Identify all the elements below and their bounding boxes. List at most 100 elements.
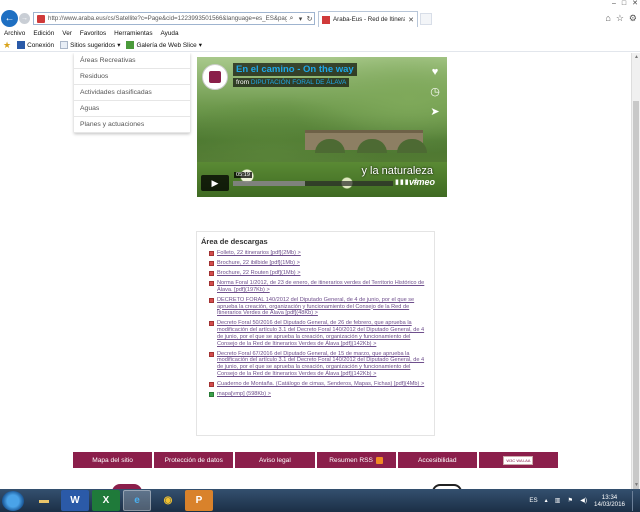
favorite-sitios-sugeridos[interactable]: Sitios sugeridos ▾ [60, 41, 120, 49]
download-link-text: mapa[vmp] (598Kb) > [217, 391, 271, 398]
tab-label: Araba-Eus - Red de Itinerari... [333, 16, 405, 23]
minimize-icon[interactable]: – [612, 0, 616, 8]
footer-link-mapa-sitio[interactable]: Mapa del sitio [73, 452, 153, 468]
chevron-down-icon: ▾ [198, 42, 202, 49]
close-window-icon[interactable]: ✕ [632, 0, 638, 8]
volume-icon[interactable]: ◀) [580, 497, 587, 504]
address-bar[interactable]: http://www.araba.eus/cs/Satellite?c=Page… [33, 12, 315, 25]
footer-link-label: Accesibilidad [418, 456, 457, 464]
menu-herramientas[interactable]: Herramientas [114, 30, 152, 37]
footer-link-label: Protección de datos [164, 456, 223, 464]
internet-explorer-icon[interactable]: e [123, 490, 151, 511]
tray-arrow-icon[interactable]: ▴ [545, 497, 548, 504]
channel-avatar[interactable] [202, 64, 228, 90]
settings-gear-icon[interactable]: ⚙ [629, 13, 637, 23]
vimeo-video-player[interactable]: En el camino - On the way from DIPUTACIÓ… [197, 57, 447, 197]
forward-button[interactable]: → [19, 13, 30, 24]
maximize-icon[interactable]: □ [622, 0, 626, 8]
download-link[interactable]: Cuaderno de Montaña. (Catálogo de cimas,… [209, 381, 428, 388]
window-controls: – □ ✕ [612, 0, 638, 8]
favorites-star-icon[interactable]: ★ [3, 40, 11, 51]
download-link[interactable]: Brochure, 22 ibilbide [pdf](1Mb) > [209, 260, 428, 267]
menu-ayuda[interactable]: Ayuda [161, 30, 179, 37]
home-icon[interactable]: ⌂ [605, 13, 610, 23]
clock-time: 13:34 [601, 493, 618, 501]
pdf-file-icon [209, 260, 214, 266]
download-link-text: Cuaderno de Montaña. (Catálogo de cimas,… [217, 381, 425, 388]
share-icon[interactable]: ➤ [428, 105, 442, 119]
downloads-title: Área de descargas [201, 237, 268, 246]
file-explorer-icon[interactable]: ▬ [30, 490, 58, 511]
footer-link-label: Resumen RSS [329, 456, 373, 464]
network-icon[interactable]: ▥ [555, 497, 561, 504]
download-link-text: Norma Foral 1/2012, de 23 de enero, de i… [217, 279, 425, 293]
vimeo-logo[interactable]: vimeo [409, 177, 435, 187]
powerpoint-icon[interactable]: P [185, 490, 213, 511]
submenu-item-planes-actuaciones[interactable]: Planes y actuaciones [74, 117, 190, 133]
new-tab-button[interactable] [420, 13, 432, 25]
submenu-item-actividades-clasificadas[interactable]: Actividades clasificadas [74, 85, 190, 101]
footer-link-aviso-legal[interactable]: Aviso legal [235, 452, 315, 468]
flag-icon[interactable]: ⚑ [568, 497, 574, 504]
download-link-text: Brochure, 22 ibilbide [pdf](1Mb) > [217, 259, 300, 266]
menu-archivo[interactable]: Archivo [4, 30, 25, 37]
footer-link-proteccion-datos[interactable]: Protección de datos [154, 452, 234, 468]
download-link[interactable]: Decreto Foral 50/2016 del Diputado Gener… [209, 320, 428, 347]
video-from-prefix: from [236, 79, 249, 86]
navigation-bar: ← → http://www.araba.eus/cs/Satellite?c=… [0, 9, 640, 28]
footer-link-accesibilidad[interactable]: Accesibilidad [397, 452, 477, 468]
downloads-area: Área de descargas Folleto, 22 itinerario… [196, 231, 435, 436]
scroll-up-icon[interactable]: ▲ [633, 54, 640, 60]
like-heart-icon[interactable]: ♥ [428, 65, 442, 79]
video-author-name[interactable]: DIPUTACIÓN FORAL DE ÁLAVA [251, 79, 346, 86]
diputacion-logo-icon [209, 71, 221, 83]
windows-taskbar: ▬ W X e ◉ P ES ▴ ▥ ⚑ ◀) 13:34 14/03/2016 [0, 489, 640, 512]
chrome-icon[interactable]: ◉ [154, 490, 182, 511]
download-link[interactable]: mapa[vmp] (598Kb) > [209, 391, 428, 398]
start-button[interactable] [2, 490, 24, 511]
favorites-star-icon[interactable]: ☆ [616, 13, 624, 23]
submenu-item-residuos[interactable]: Residuos [74, 69, 190, 85]
word-icon[interactable]: W [61, 490, 89, 511]
submenu-item-aguas[interactable]: Aguas [74, 101, 190, 117]
favorite-conexion[interactable]: Conexión [17, 41, 54, 49]
video-author[interactable]: from DIPUTACIÓN FORAL DE ÁLAVA [233, 78, 350, 87]
scroll-down-icon[interactable]: ▼ [633, 482, 640, 488]
show-desktop-button[interactable] [632, 490, 636, 511]
menu-favoritos[interactable]: Favoritos [80, 30, 106, 37]
favorite-web-slice[interactable]: Galería de Web Slice ▾ [126, 41, 202, 49]
language-indicator[interactable]: ES [529, 497, 537, 504]
video-subtitle: y la naturaleza [361, 165, 433, 177]
download-link[interactable]: DECRETO FORAL 140/2012 del Diputado Gene… [209, 297, 428, 317]
window-title-bar: – □ ✕ [0, 0, 640, 9]
refresh-icon[interactable]: ↻ [305, 15, 314, 23]
system-tray: ES ▴ ▥ ⚑ ◀) 13:34 14/03/2016 [529, 489, 636, 512]
footer-accessibility-badge[interactable]: W3C WAI-AA [478, 452, 559, 468]
download-link[interactable]: Folleto, 22 itinerarios [pdf](2Mb) > [209, 250, 428, 257]
search-icon[interactable]: ⌕ [287, 15, 296, 23]
video-loaded-bar [233, 181, 305, 186]
download-link[interactable]: Norma Foral 1/2012, de 23 de enero, de i… [209, 280, 428, 294]
footer-link-label: Aviso legal [259, 456, 291, 464]
download-link[interactable]: Decreto Foral 67/2016 del Diputado Gener… [209, 351, 428, 378]
address-url[interactable]: http://www.araba.eus/cs/Satellite?c=Page… [48, 15, 287, 22]
watch-later-clock-icon[interactable]: ◷ [428, 85, 442, 99]
system-clock[interactable]: 13:34 14/03/2016 [594, 494, 625, 508]
menu-edicion[interactable]: Edición [33, 30, 54, 37]
page-scrollbar[interactable]: ▲ ▼ [631, 53, 640, 493]
back-button[interactable]: ← [1, 10, 18, 27]
scrollbar-thumb[interactable] [633, 101, 639, 493]
download-link[interactable]: Brochure, 22 Routen [pdf](1Mb) > [209, 270, 428, 277]
submenu-item-areas-recreativas[interactable]: Áreas Recreativas [74, 53, 190, 69]
footer-link-resumen-rss[interactable]: Resumen RSS [316, 452, 396, 468]
suggested-sites-icon [60, 41, 69, 49]
excel-icon[interactable]: X [92, 490, 120, 511]
play-button[interactable]: ▶ [201, 175, 229, 191]
close-tab-icon[interactable]: ✕ [405, 16, 417, 24]
tab-araba-eus[interactable]: Araba-Eus - Red de Itinerari... ✕ [318, 11, 418, 27]
video-progress-bar[interactable] [233, 181, 393, 186]
dropdown-arrow-icon[interactable]: ▾ [296, 15, 305, 23]
menu-ver[interactable]: Ver [62, 30, 72, 37]
video-title[interactable]: En el camino - On the way [233, 63, 357, 76]
pdf-file-icon [209, 270, 214, 276]
